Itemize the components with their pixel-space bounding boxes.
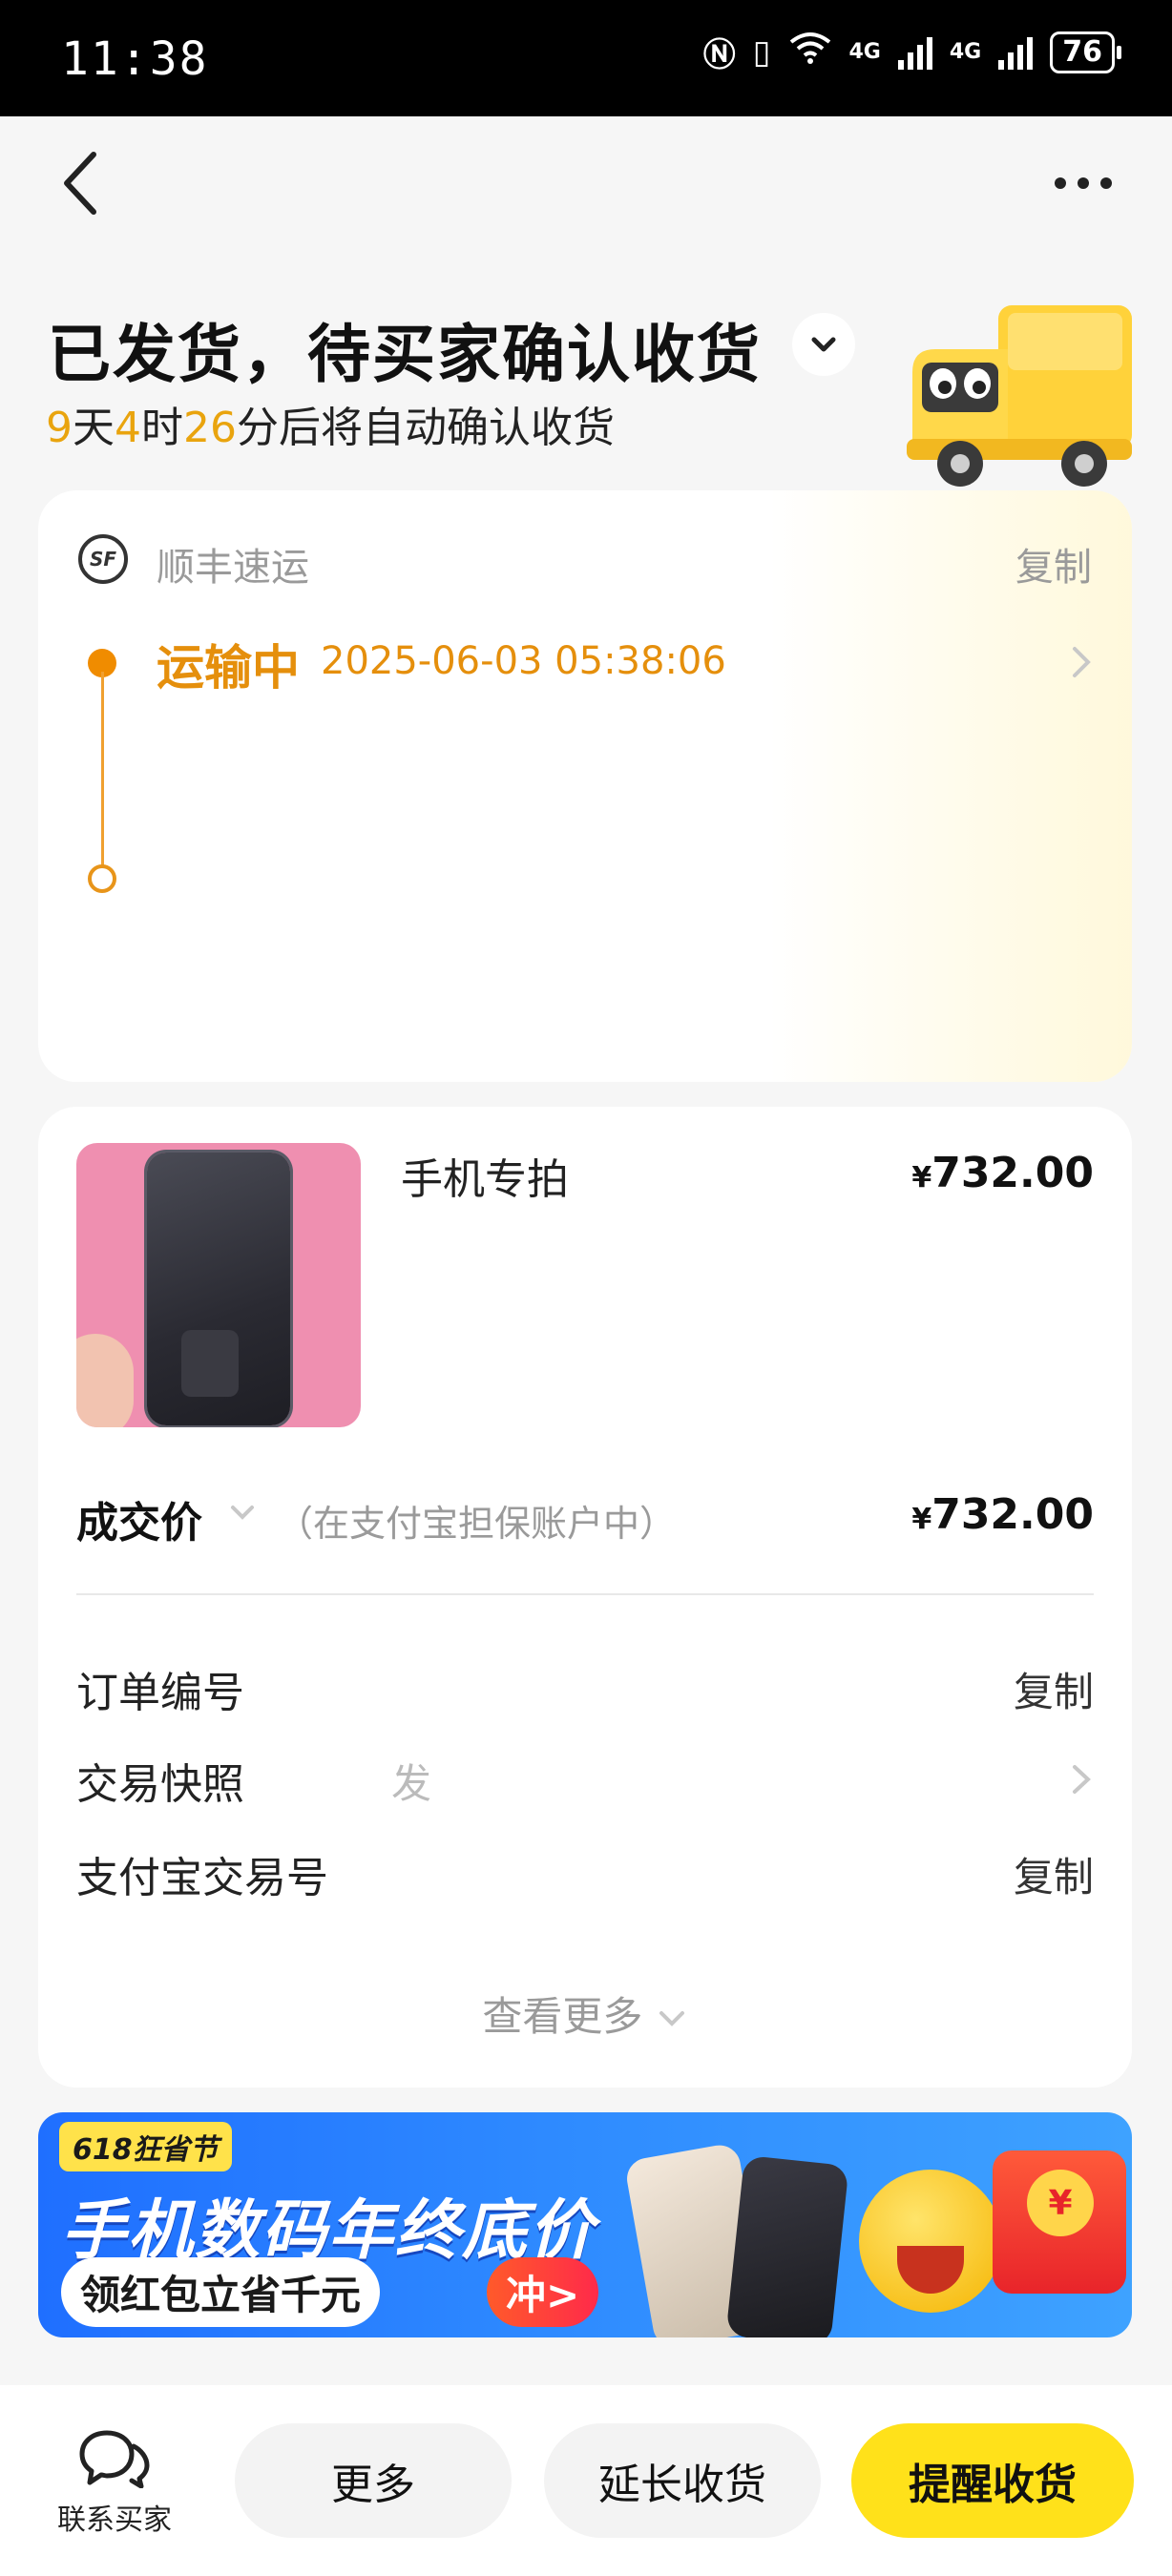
logistics-card[interactable]: SF 顺丰速运 复制 运输中 2025-06-03 05:38:06 xyxy=(38,490,1132,1082)
snapshot-label: 交易快照 xyxy=(76,1760,244,1809)
countdown-minutes: 26 xyxy=(183,404,237,452)
vibrate-icon: ▯ xyxy=(752,32,771,72)
countdown-days: 9 xyxy=(46,404,73,452)
currency-symbol: ¥ xyxy=(911,1161,932,1195)
shipping-status: 运输中 xyxy=(157,640,300,696)
countdown-days-unit: 天 xyxy=(73,404,115,452)
divider xyxy=(76,1593,1094,1595)
chevron-left-icon xyxy=(64,152,96,215)
copy-alipay-trade-button[interactable]: 复制 xyxy=(1014,1845,1094,1903)
extend-receipt-button[interactable]: 延长收货 xyxy=(544,2423,821,2538)
contact-buyer-button[interactable]: 联系买家 xyxy=(38,2427,191,2551)
order-number-row: 订单编号 复制 xyxy=(76,1651,1094,1717)
chevron-right-icon xyxy=(1073,647,1091,677)
status-bar: 11:38 Ⓝ ▯ 4G 4G 76 xyxy=(0,0,1172,116)
chevron-down-icon[interactable] xyxy=(225,1498,260,1527)
shipping-timestamp: 2025-06-03 05:38:06 xyxy=(321,639,726,683)
promo-subtitle: 领红包立省千元 xyxy=(61,2257,381,2327)
wifi-icon xyxy=(788,31,832,73)
deal-price-note: （在支付宝担保账户中） xyxy=(277,1503,677,1545)
battery-indicator: 76 xyxy=(1050,31,1121,73)
promo-cta: 冲> xyxy=(487,2257,599,2327)
order-card: 手机专拍 ¥732.00 成交价 （在支付宝担保账户中） ¥732.00 订单编… xyxy=(38,1107,1132,2088)
currency-symbol: ¥ xyxy=(911,1503,932,1536)
product-price-value: 732.00 xyxy=(931,1149,1094,1197)
snapshot-value: 发 xyxy=(391,1760,432,1807)
copy-tracking-button[interactable]: 复制 xyxy=(1015,536,1092,592)
alipay-trade-label: 支付宝交易号 xyxy=(76,1854,328,1902)
contact-buyer-label: 联系买家 xyxy=(57,2503,172,2537)
camera-shape xyxy=(181,1330,239,1397)
remind-receipt-button[interactable]: 提醒收货 xyxy=(851,2423,1134,2538)
red-envelope-illustration: ¥ xyxy=(993,2150,1126,2294)
coin-icon: ¥ xyxy=(1027,2170,1094,2236)
mascot-mouth xyxy=(897,2246,964,2294)
product-price: ¥732.00 xyxy=(911,1149,1094,1197)
bottom-action-bar: 联系买家 更多 延长收货 提醒收货 xyxy=(0,2385,1172,2576)
dot-icon xyxy=(1078,177,1089,189)
countdown-hours: 4 xyxy=(115,404,141,452)
chat-bubble-icon xyxy=(79,2430,150,2488)
signal-icon-2 xyxy=(998,35,1034,70)
timeline-dot xyxy=(88,864,116,893)
countdown-suffix: 分后将自动确认收货 xyxy=(237,404,615,452)
chevron-down-icon xyxy=(811,337,836,352)
promo-badge: 618狂省节 xyxy=(59,2122,232,2171)
carrier-name: 顺丰速运 xyxy=(157,546,309,590)
more-actions-button[interactable]: 更多 xyxy=(235,2423,512,2538)
more-options-button[interactable] xyxy=(1040,155,1126,212)
product-name[interactable]: 手机专拍 xyxy=(401,1145,569,1206)
order-number-label: 订单编号 xyxy=(76,1669,244,1717)
network-type-1: 4G xyxy=(848,39,881,64)
back-button[interactable] xyxy=(53,145,111,221)
delivery-truck-illustration xyxy=(907,305,1132,487)
status-expand-button[interactable] xyxy=(792,313,855,376)
signal-icon-1 xyxy=(897,35,932,70)
chevron-down-icon xyxy=(659,2011,684,2026)
mascot-illustration xyxy=(859,2170,1002,2313)
copy-order-number-button[interactable]: 复制 xyxy=(1014,1660,1094,1718)
countdown-hours-unit: 时 xyxy=(141,404,183,452)
dot-icon xyxy=(1055,177,1066,189)
deal-price-value: 732.00 xyxy=(931,1490,1094,1539)
promo-banner[interactable]: 618狂省节 手机数码年终底价 领红包立省千元 冲> ¥ xyxy=(38,2112,1132,2337)
status-icons: Ⓝ ▯ 4G 4G 76 xyxy=(702,29,1121,75)
timeline-line xyxy=(101,672,104,878)
clock: 11:38 xyxy=(61,32,209,86)
auto-confirm-countdown: 9天4时26分后将自动确认收货 xyxy=(46,393,615,454)
chevron-right-icon xyxy=(1073,1765,1091,1794)
deal-price-label[interactable]: 成交价 xyxy=(76,1488,202,1549)
nav-bar xyxy=(0,116,1172,250)
alipay-trade-row: 支付宝交易号 复制 xyxy=(76,1836,1094,1902)
view-more-label: 查看更多 xyxy=(482,1993,643,2040)
network-type-2: 4G xyxy=(949,39,982,64)
phone-illustration xyxy=(725,2154,849,2337)
snapshot-row[interactable]: 交易快照 发 xyxy=(76,1742,1094,1809)
view-more-button[interactable]: 查看更多 xyxy=(38,1984,1132,2043)
order-status-title: 已发货，待买家确认收货 xyxy=(48,318,762,391)
product-image[interactable] xyxy=(76,1143,361,1427)
dot-icon xyxy=(1100,177,1112,189)
deal-price: ¥732.00 xyxy=(911,1490,1094,1539)
sf-express-icon: SF xyxy=(78,534,128,584)
nfc-icon: Ⓝ xyxy=(702,36,736,74)
hand-shape xyxy=(76,1334,134,1427)
